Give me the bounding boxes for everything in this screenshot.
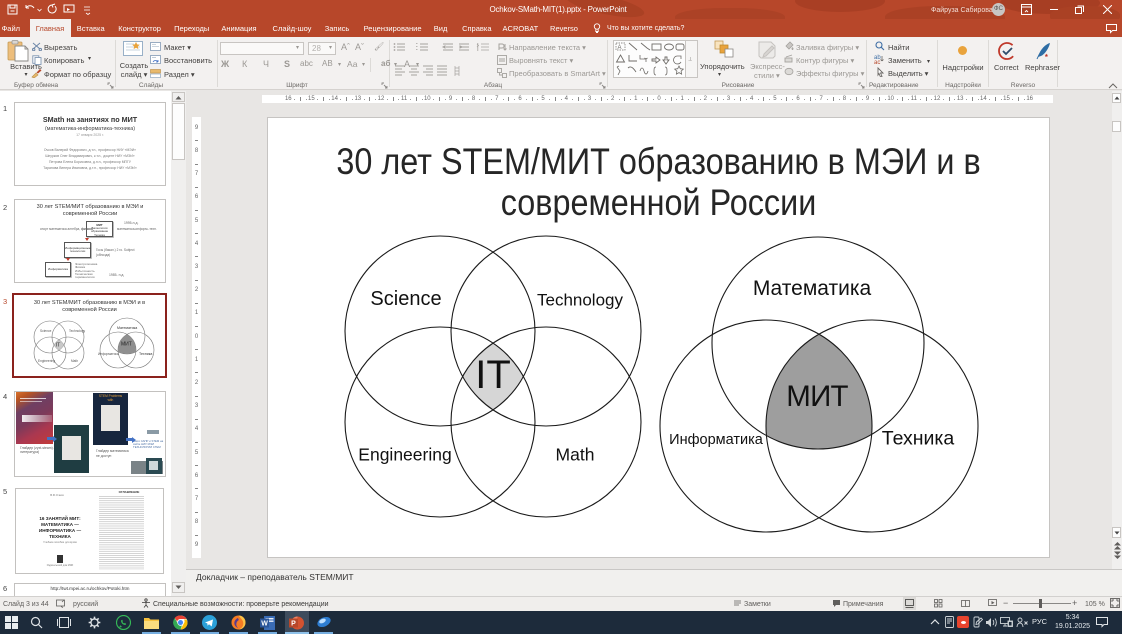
svg-text:Technology: Technology <box>537 291 624 310</box>
svg-text:Техника: Техника <box>139 352 152 356</box>
svg-text:Math: Math <box>71 359 78 363</box>
svg-text:Science: Science <box>370 288 441 310</box>
svg-text:P: P <box>291 621 296 628</box>
svg-text:A: A <box>618 45 622 51</box>
svg-text:Engineering: Engineering <box>358 445 451 465</box>
svg-text:Математика: Математика <box>117 326 137 330</box>
svg-text:Техника: Техника <box>882 428 955 450</box>
svg-text:МИТ: МИТ <box>786 380 848 413</box>
svg-text:Engineering: Engineering <box>38 359 55 363</box>
svg-text:МИТ: МИТ <box>121 342 132 348</box>
svg-text:Science: Science <box>40 329 52 333</box>
svg-text:Math: Math <box>556 445 595 465</box>
svg-text:ac: ac <box>874 60 880 64</box>
svg-text:Информатика: Информатика <box>669 432 764 448</box>
svg-text:Математика: Математика <box>753 277 872 300</box>
svg-text:IT: IT <box>475 353 511 397</box>
svg-text:IT: IT <box>56 343 62 349</box>
svg-text:Информатика: Информатика <box>98 352 119 356</box>
svg-text:Technology: Technology <box>69 329 86 333</box>
svg-text:W: W <box>261 621 268 628</box>
